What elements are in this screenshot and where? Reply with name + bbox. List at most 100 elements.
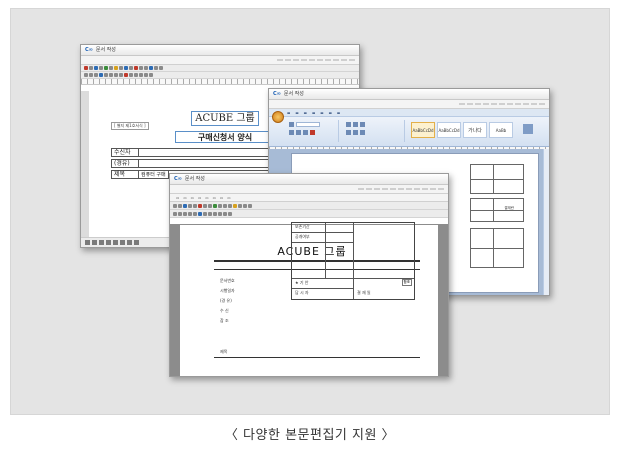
tool-icon[interactable] (228, 203, 232, 208)
tool-icon[interactable] (114, 66, 118, 70)
change-styles-icon[interactable] (523, 124, 533, 134)
menu-chip-icon[interactable] (285, 59, 291, 61)
grid-cell[interactable] (354, 223, 414, 279)
menu-chip-icon[interactable] (309, 59, 315, 61)
draw-tool-icon[interactable] (134, 240, 139, 245)
tool-icon[interactable] (213, 203, 217, 208)
draw-tool-icon[interactable] (92, 240, 97, 245)
via-field[interactable] (138, 160, 280, 167)
tool-icon[interactable] (218, 203, 222, 208)
font-name-box[interactable] (296, 122, 320, 127)
menu-chip-icon[interactable] (374, 188, 380, 190)
menu-item-icon[interactable]: ▭ (191, 196, 194, 200)
menu-chip-icon[interactable] (366, 188, 372, 190)
number-list-icon[interactable] (353, 122, 358, 127)
tool-icon[interactable] (178, 203, 182, 208)
menu-chip-icon[interactable] (406, 188, 412, 190)
underline-icon[interactable] (303, 130, 308, 135)
ribbon-tab-icon[interactable]: ▬ (304, 111, 307, 115)
tool-icon[interactable] (233, 203, 237, 208)
align-right-icon[interactable] (360, 130, 365, 135)
tool-icon[interactable] (223, 211, 227, 216)
tool-icon[interactable] (134, 66, 138, 70)
grid-cell[interactable] (326, 223, 354, 233)
tool-icon[interactable] (149, 73, 153, 77)
subject-value[interactable]: 컴퓨터 구매 (138, 171, 169, 179)
menu-chip-icon[interactable] (539, 103, 545, 105)
ribbon-tab-icon[interactable]: ▬ (329, 111, 332, 115)
tool-icon[interactable] (124, 66, 128, 70)
tool-icon[interactable] (188, 211, 192, 216)
window-3-titlebar[interactable]: C∞ 문서 작성 (170, 174, 448, 185)
draw-tool-icon[interactable] (99, 240, 104, 245)
tool-icon[interactable] (139, 73, 143, 77)
menu-chip-icon[interactable] (430, 188, 436, 190)
tool-icon[interactable] (173, 203, 177, 208)
window-3-canvas[interactable]: ACUBE 그룹 문서번호 시행일자 (경 유) 수 신 참 조 제목 보존기간… (170, 222, 448, 376)
tool-icon[interactable] (99, 66, 103, 70)
draw-tool-icon[interactable] (120, 240, 125, 245)
grid-cell[interactable] (326, 243, 354, 279)
tool-icon[interactable] (213, 211, 217, 216)
tool-icon[interactable] (159, 66, 163, 70)
ribbon-tab-icon[interactable]: ▬ (295, 111, 298, 115)
tool-icon[interactable] (104, 66, 108, 70)
tool-icon[interactable] (94, 66, 98, 70)
menu-chip-icon[interactable] (277, 59, 283, 61)
style-title[interactable]: AaBb (489, 122, 513, 138)
tool-icon[interactable] (129, 66, 133, 70)
tool-icon[interactable] (183, 203, 187, 208)
menu-chip-icon[interactable] (293, 59, 299, 61)
menu-item-icon[interactable]: ▭ (198, 196, 201, 200)
tool-icon[interactable] (84, 73, 88, 77)
recipient-row[interactable]: 수신자 (111, 148, 281, 157)
style-heading[interactable]: 가나다 (463, 122, 487, 138)
tool-icon[interactable] (208, 203, 212, 208)
tool-icon[interactable] (183, 211, 187, 216)
tool-icon[interactable] (119, 73, 123, 77)
menu-chip-icon[interactable] (499, 103, 505, 105)
approval-table[interactable] (470, 164, 524, 194)
via-row[interactable]: (경유) (111, 159, 281, 168)
tool-icon[interactable] (218, 211, 222, 216)
menu-item-icon[interactable]: ▭ (227, 196, 230, 200)
menu-chip-icon[interactable] (414, 188, 420, 190)
detail-table[interactable] (470, 228, 524, 268)
tool-icon[interactable] (94, 73, 98, 77)
tool-icon[interactable] (134, 73, 138, 77)
tool-icon[interactable] (119, 66, 123, 70)
document-title[interactable]: ACUBE 그룹 (191, 111, 259, 126)
tool-icon[interactable] (188, 203, 192, 208)
tool-icon[interactable] (89, 73, 93, 77)
bullet-icon[interactable] (346, 122, 351, 127)
office-button-icon[interactable] (272, 111, 284, 123)
tool-icon[interactable] (84, 66, 88, 70)
menu-chip-icon[interactable] (349, 59, 355, 61)
menu-chip-icon[interactable] (325, 59, 331, 61)
menu-item-icon[interactable]: ▭ (213, 196, 216, 200)
tool-icon[interactable] (149, 66, 153, 70)
menu-chip-icon[interactable] (531, 103, 537, 105)
menu-chip-icon[interactable] (398, 188, 404, 190)
draw-tool-icon[interactable] (127, 240, 132, 245)
menu-chip-icon[interactable] (523, 103, 529, 105)
info-table[interactable] (470, 198, 524, 222)
editor-window-3[interactable]: C∞ 문서 작성 ▭ ▭ ▭ ▭ ▭ ▭ ▭ ▭ ACUBE 그룹 문서번호 시행일자 (경 유… (169, 173, 449, 377)
tool-icon[interactable] (223, 203, 227, 208)
tool-icon[interactable] (139, 66, 143, 70)
form-title[interactable]: 구매신청서 양식 (175, 131, 275, 143)
tool-icon[interactable] (243, 203, 247, 208)
ribbon-tab-icon[interactable]: ▬ (312, 111, 315, 115)
tool-icon[interactable] (208, 211, 212, 216)
font-tool-icon[interactable] (289, 122, 294, 127)
window-2-titlebar[interactable]: C∞ 문서 작성 (269, 89, 549, 100)
tool-icon[interactable] (173, 211, 177, 216)
menu-chip-icon[interactable] (333, 59, 339, 61)
tool-icon[interactable] (144, 73, 148, 77)
tool-icon[interactable] (124, 73, 128, 77)
indent-icon[interactable] (360, 122, 365, 127)
italic-icon[interactable] (296, 130, 301, 135)
stamp-label[interactable]: 합조 (401, 279, 412, 286)
font-color-icon[interactable] (310, 130, 315, 135)
draw-tool-icon[interactable] (85, 240, 90, 245)
